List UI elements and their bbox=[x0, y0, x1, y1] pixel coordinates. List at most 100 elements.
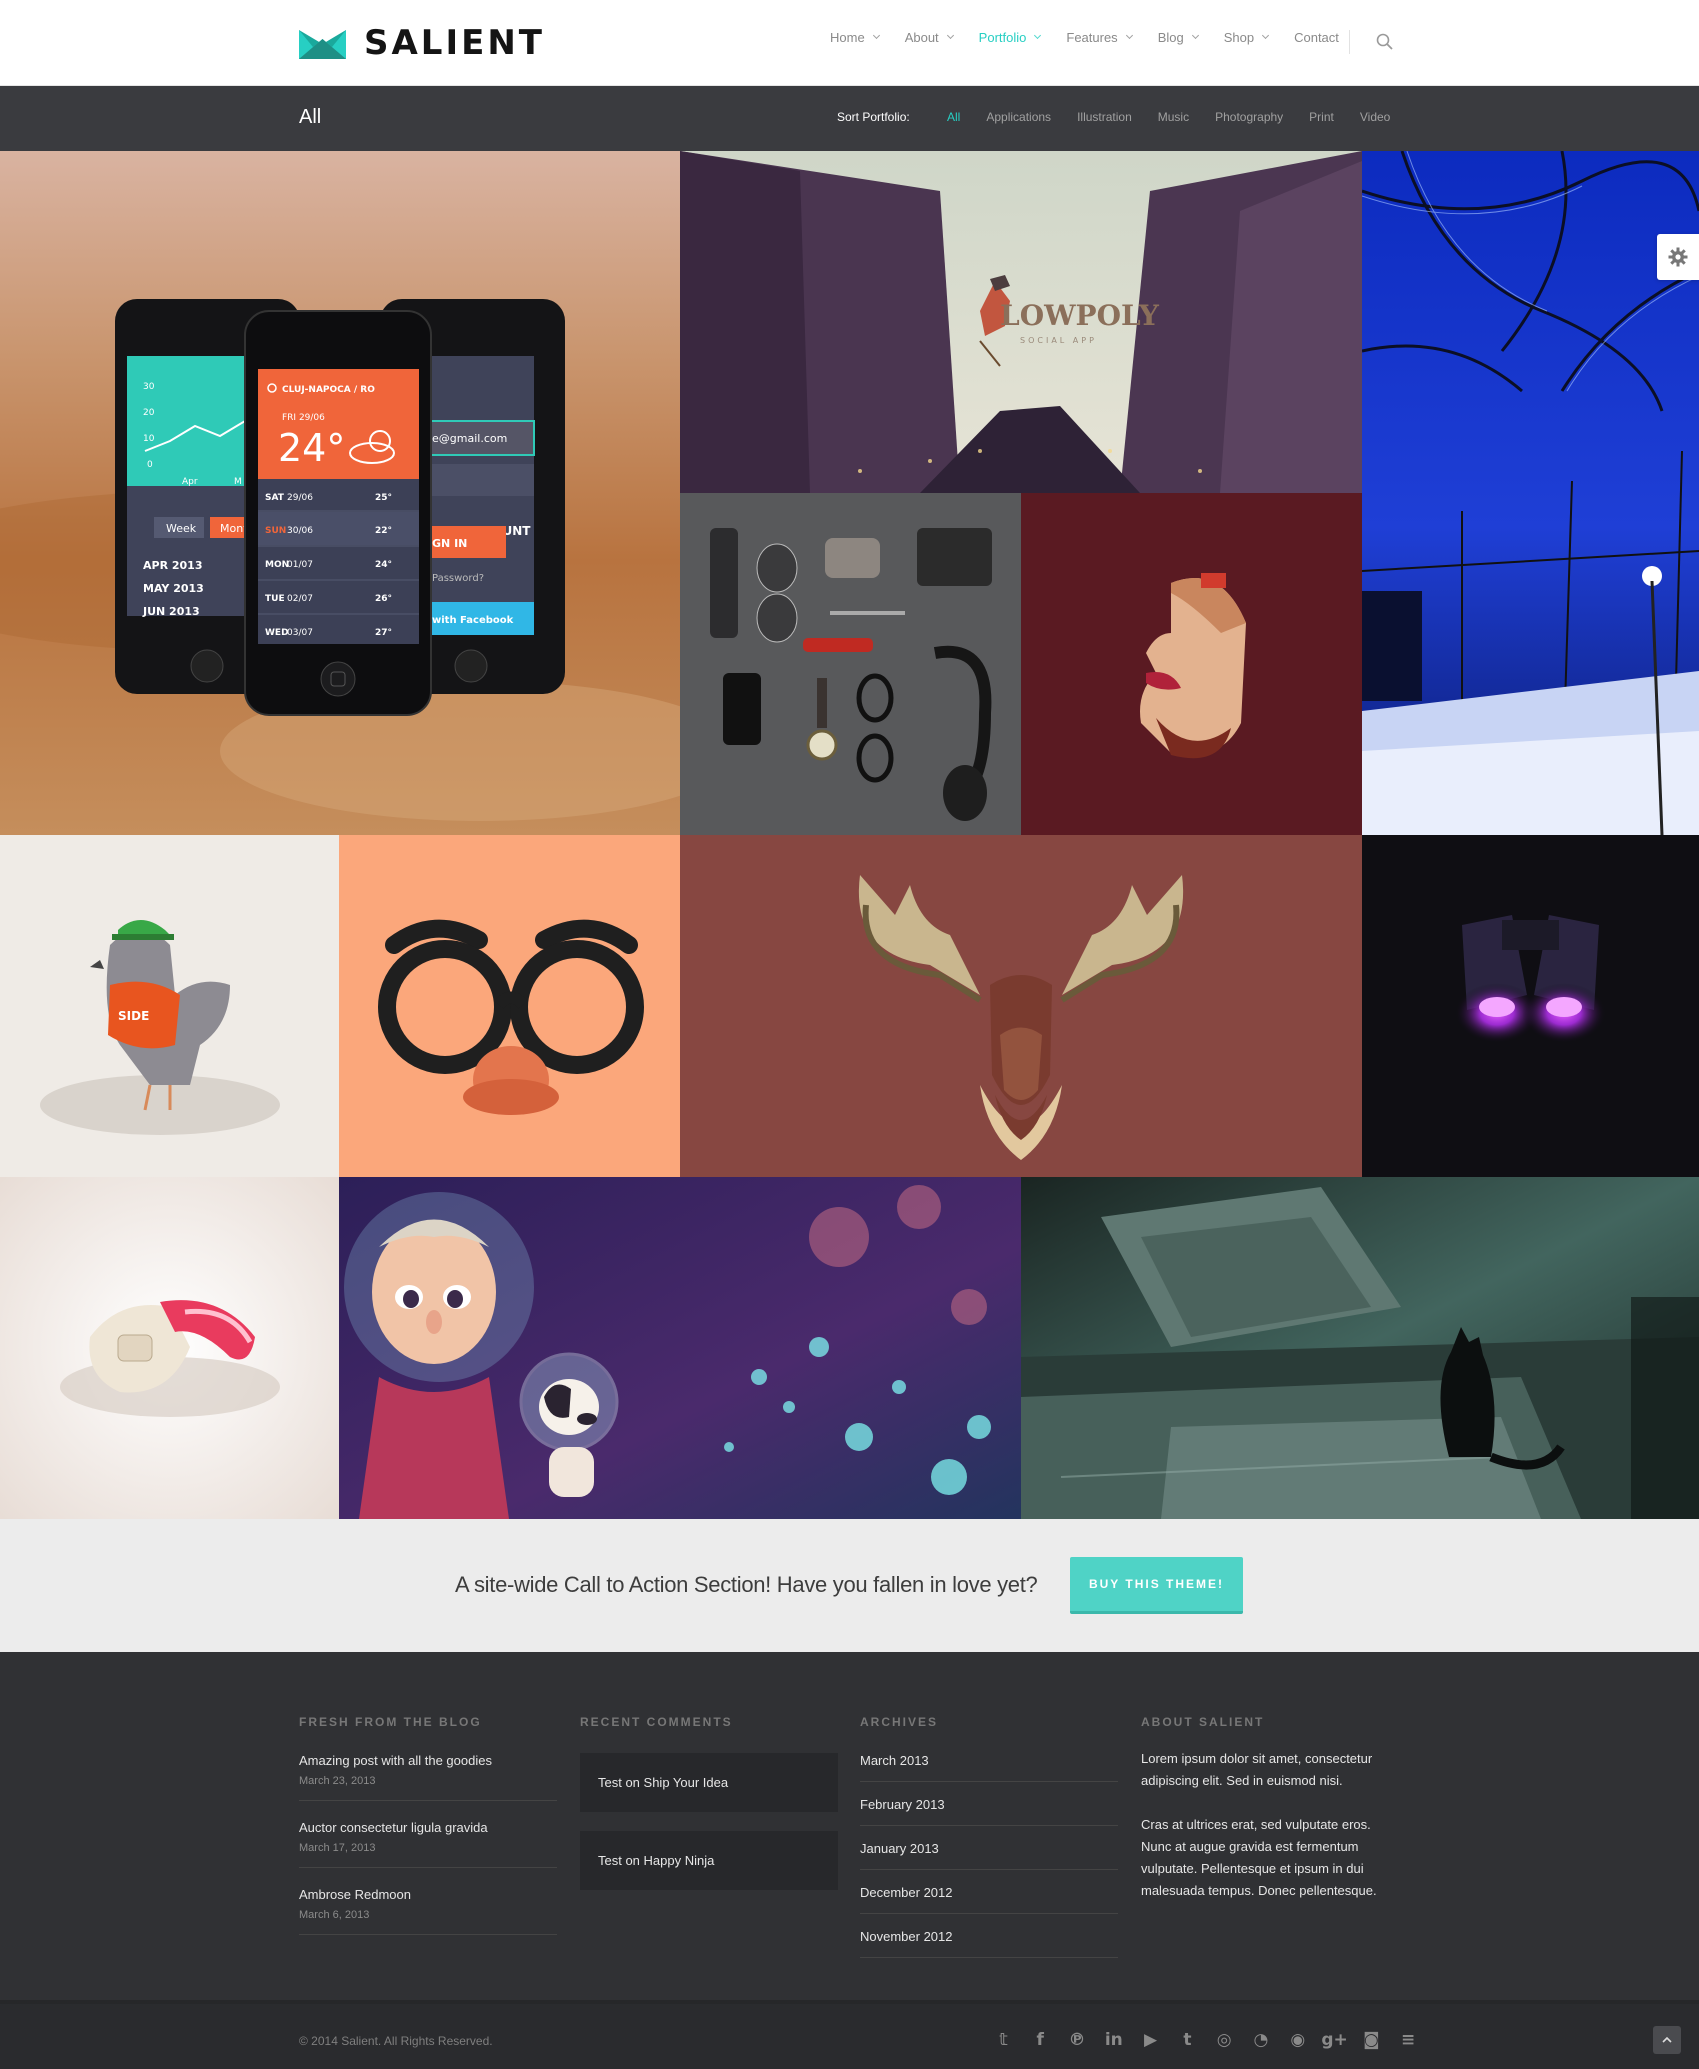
tile-weather-app[interactable]: 30 20 10 0 Apr M Week Mont APR 2013 MAY … bbox=[0, 151, 680, 835]
forecast-date: 01/07 bbox=[287, 560, 313, 570]
chart-x-label: M bbox=[234, 477, 242, 487]
forecast-date: 02/07 bbox=[287, 594, 313, 604]
pinterest-icon[interactable]: ℗ bbox=[1059, 2027, 1096, 2053]
archive-link[interactable]: March 2013 bbox=[860, 1753, 1118, 1782]
blog-post-title[interactable]: Ambrose Redmoon bbox=[299, 1887, 557, 1902]
filter-print[interactable]: Print bbox=[1309, 110, 1334, 124]
tile-glasses[interactable] bbox=[339, 835, 680, 1177]
chart-tick: 20 bbox=[143, 408, 155, 418]
gear-icon bbox=[1668, 247, 1688, 267]
footer-comments-column: RECENT COMMENTS Test on Ship Your Idea T… bbox=[580, 1715, 838, 1909]
month-tab: Mont bbox=[220, 522, 248, 535]
footer-blog-column: FRESH FROM THE BLOG Amazing post with al… bbox=[299, 1715, 557, 1954]
nav-item-about[interactable]: About bbox=[904, 30, 954, 45]
winter-night-image bbox=[1362, 151, 1699, 835]
tile-cat[interactable] bbox=[1021, 1177, 1699, 1519]
nav-item-home[interactable]: Home bbox=[830, 30, 880, 45]
sign-in-button: GN IN bbox=[432, 537, 467, 550]
archive-link[interactable]: November 2012 bbox=[860, 1929, 1118, 1958]
facebook-login: with Facebook bbox=[432, 615, 514, 626]
nav-label: Blog bbox=[1157, 30, 1184, 45]
chevron-down-icon bbox=[1262, 31, 1270, 40]
recent-comment[interactable]: Test on Ship Your Idea bbox=[580, 1753, 838, 1812]
forecast-temp: 22° bbox=[375, 526, 392, 536]
stackexchange-icon[interactable]: ≡ bbox=[1390, 2027, 1427, 2053]
about-paragraph: Lorem ipsum dolor sit amet, consectetur … bbox=[1141, 1751, 1373, 1788]
filter-all[interactable]: All bbox=[947, 110, 960, 124]
glasses-image bbox=[339, 835, 680, 1177]
footer-blog-heading: FRESH FROM THE BLOG bbox=[299, 1715, 482, 1729]
tile-face-illustration[interactable] bbox=[1021, 493, 1362, 835]
tile-binoculars[interactable] bbox=[1362, 835, 1699, 1177]
copyright-bar: © 2014 Salient. All Rights Reserved. 𝕥 f… bbox=[0, 2000, 1699, 2069]
filter-applications[interactable]: Applications bbox=[986, 110, 1051, 124]
tile-accessories[interactable] bbox=[680, 493, 1021, 835]
filter-music[interactable]: Music bbox=[1158, 110, 1189, 124]
site-logo[interactable]: SALIENT bbox=[299, 25, 545, 61]
nav-label: About bbox=[904, 30, 939, 45]
email-field: e@gmail.com bbox=[432, 432, 507, 445]
nav-item-features[interactable]: Features bbox=[1066, 30, 1133, 45]
call-to-action: A site-wide Call to Action Section! Have… bbox=[0, 1519, 1699, 1652]
nav-item-blog[interactable]: Blog bbox=[1157, 30, 1199, 45]
forgot-link: Password? bbox=[432, 573, 484, 584]
chart-tick: 10 bbox=[143, 434, 155, 444]
cta-text: A site-wide Call to Action Section! Have… bbox=[455, 1572, 1038, 1597]
tile-device[interactable] bbox=[0, 1177, 339, 1519]
footer-about-column: ABOUT SALIENT Lorem ipsum dolor sit amet… bbox=[1141, 1715, 1399, 1902]
linkedin-icon[interactable]: in bbox=[1095, 2027, 1132, 2053]
theme-settings-tab[interactable] bbox=[1657, 234, 1699, 280]
social-links: 𝕥 f ℗ in ▶ t ◎ ◔ ◉ g+ ◙ ≡ bbox=[985, 2027, 1427, 2053]
buy-theme-button[interactable]: BUY THIS THEME! bbox=[1070, 1557, 1243, 1614]
archive-link[interactable]: December 2012 bbox=[860, 1885, 1118, 1914]
instagram-icon[interactable]: ◙ bbox=[1353, 2027, 1390, 2053]
filter-video[interactable]: Video bbox=[1360, 110, 1390, 124]
facebook-icon[interactable]: f bbox=[1022, 2027, 1059, 2053]
tile-astronaut[interactable] bbox=[339, 1177, 1021, 1519]
tile-moose[interactable] bbox=[680, 835, 1362, 1177]
site-footer: FRESH FROM THE BLOG Amazing post with al… bbox=[0, 1652, 1699, 2000]
lowpoly-subtitle: SOCIAL APP bbox=[1020, 336, 1097, 345]
weather-date: FRI 29/06 bbox=[282, 413, 325, 423]
blog-post-title[interactable]: Amazing post with all the goodies bbox=[299, 1753, 557, 1768]
twitter-icon[interactable]: 𝕥 bbox=[985, 2027, 1022, 2053]
device-image bbox=[0, 1177, 339, 1519]
blog-post-date: March 6, 2013 bbox=[299, 1909, 370, 1921]
tile-lowpoly[interactable]: LOWPOLY SOCIAL APP bbox=[680, 151, 1362, 493]
recent-comment[interactable]: Test on Happy Ninja bbox=[580, 1831, 838, 1890]
blog-post-title[interactable]: Auctor consectetur ligula gravida bbox=[299, 1820, 557, 1835]
tile-pigeon[interactable]: SIDE bbox=[0, 835, 339, 1177]
blog-post-date: March 17, 2013 bbox=[299, 1842, 376, 1854]
accessories-image bbox=[680, 493, 1021, 835]
site-header: SALIENT Home About Portfolio Features Bl… bbox=[0, 0, 1699, 86]
back-to-top-button[interactable] bbox=[1653, 2026, 1681, 2054]
search-icon[interactable] bbox=[1376, 33, 1394, 51]
footer-comments-heading: RECENT COMMENTS bbox=[580, 1715, 733, 1729]
google-plus-icon[interactable]: g+ bbox=[1316, 2027, 1353, 2053]
month-row: MAY 2013 bbox=[143, 582, 204, 595]
chevron-down-icon bbox=[872, 31, 880, 40]
tumblr-icon[interactable]: t bbox=[1169, 2027, 1206, 2053]
face-illustration-image bbox=[1021, 493, 1362, 835]
nav-item-contact[interactable]: Contact bbox=[1294, 30, 1339, 45]
weather-temp: 24° bbox=[278, 426, 345, 470]
forecast-day: SAT bbox=[265, 493, 285, 503]
archive-link[interactable]: January 2013 bbox=[860, 1841, 1118, 1870]
filter-photography[interactable]: Photography bbox=[1215, 110, 1283, 124]
tile-winter-night[interactable] bbox=[1362, 151, 1699, 835]
youtube-icon[interactable]: ▶ bbox=[1132, 2027, 1169, 2053]
blog-post: Ambrose Redmoon March 6, 2013 bbox=[299, 1887, 557, 1935]
rss-icon[interactable]: ◔ bbox=[1243, 2027, 1280, 2053]
nav-label: Portfolio bbox=[978, 30, 1027, 45]
forecast-date: 03/07 bbox=[287, 628, 313, 638]
nav-item-shop[interactable]: Shop bbox=[1224, 30, 1270, 45]
nav-item-portfolio[interactable]: Portfolio bbox=[978, 30, 1042, 45]
dribbble-icon[interactable]: ◎ bbox=[1206, 2027, 1243, 2053]
forecast-day: MON bbox=[265, 560, 289, 570]
archive-link[interactable]: February 2013 bbox=[860, 1797, 1118, 1826]
chart-tick: 30 bbox=[143, 382, 155, 392]
filter-illustration[interactable]: Illustration bbox=[1077, 110, 1132, 124]
moose-image bbox=[680, 835, 1362, 1177]
forecast-date: 30/06 bbox=[287, 526, 313, 536]
github-icon[interactable]: ◉ bbox=[1279, 2027, 1316, 2053]
